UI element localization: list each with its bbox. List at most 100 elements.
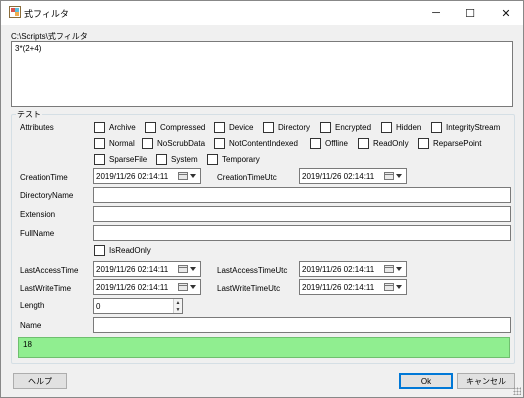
chevron-down-icon[interactable] <box>190 267 196 271</box>
last-write-time-label: LastWriteTime <box>20 284 72 293</box>
creation-time-utc-value: 2019/11/26 02:14:11 <box>302 171 375 181</box>
attr-compressed-checkbox[interactable]: Compressed <box>145 121 205 133</box>
attr-notcontentindexed-checkbox[interactable]: NotContentIndexed <box>214 137 298 149</box>
checkbox-label: SparseFile <box>109 154 148 164</box>
creation-time-utc-picker[interactable]: 2019/11/26 02:14:11 <box>299 168 407 184</box>
window-title: 式フィルタ <box>24 9 69 19</box>
resize-grip[interactable] <box>513 387 521 395</box>
attr-archive-checkbox[interactable]: Archive <box>94 121 136 133</box>
chevron-down-icon[interactable] <box>396 174 402 178</box>
creation-time-picker[interactable]: 2019/11/26 02:14:11 <box>93 168 201 184</box>
checkbox-label: IntegrityStream <box>446 122 501 132</box>
creation-time-value: 2019/11/26 02:14:11 <box>96 171 169 181</box>
test-group-title: テスト <box>16 109 42 120</box>
close-button[interactable]: ✕ <box>489 1 523 25</box>
attr-offline-checkbox[interactable]: Offline <box>310 137 348 149</box>
checkbox-box <box>263 121 274 133</box>
checkbox-box <box>310 137 321 149</box>
extension-label: Extension <box>20 210 56 219</box>
checkbox-label: Normal <box>109 138 135 148</box>
checkbox-box <box>214 137 225 149</box>
checkbox-label: System <box>171 154 198 164</box>
chevron-down-icon[interactable] <box>190 174 196 178</box>
checkbox-box <box>381 121 392 133</box>
last-access-time-picker[interactable]: 2019/11/26 02:14:11 <box>93 261 201 277</box>
attributes-label: Attributes <box>20 123 54 132</box>
app-icon <box>9 6 21 18</box>
is-read-only-checkbox[interactable]: IsReadOnly <box>94 244 151 256</box>
length-value: 0 <box>96 301 101 311</box>
extension-input[interactable] <box>93 206 511 222</box>
attr-hidden-checkbox[interactable]: Hidden <box>381 121 421 133</box>
checkbox-label: IsReadOnly <box>109 245 151 255</box>
minimize-button[interactable]: ─ <box>419 1 453 25</box>
checkbox-box <box>142 137 153 149</box>
checkbox-box <box>207 153 218 165</box>
last-access-time-label: LastAccessTime <box>20 266 79 275</box>
checkbox-box <box>94 244 105 256</box>
checkbox-label: ReparsePoint <box>433 138 482 148</box>
last-access-time-utc-label: LastAccessTimeUtc <box>217 266 288 275</box>
checkbox-label: Device <box>229 122 254 132</box>
chevron-down-icon[interactable] <box>190 285 196 289</box>
checkbox-box <box>320 121 331 133</box>
attr-noscrubdata-checkbox[interactable]: NoScrubData <box>142 137 205 149</box>
checkbox-box <box>358 137 369 149</box>
checkbox-label: Compressed <box>160 122 206 132</box>
attr-device-checkbox[interactable]: Device <box>214 121 253 133</box>
last-access-time-utc-picker[interactable]: 2019/11/26 02:14:11 <box>299 261 407 277</box>
name-label: Name <box>20 321 42 330</box>
maximize-button[interactable]: ☐ <box>453 1 487 25</box>
checkbox-label: NoScrubData <box>157 138 206 148</box>
spin-down-icon[interactable]: ▼ <box>174 306 182 313</box>
calendar-icon <box>178 172 188 180</box>
attr-readonly-checkbox[interactable]: ReadOnly <box>358 137 409 149</box>
directory-name-label: DirectoryName <box>20 191 74 200</box>
attr-sparsefile-checkbox[interactable]: SparseFile <box>94 153 147 165</box>
help-button[interactable]: ヘルプ <box>13 373 67 389</box>
length-numeric-input[interactable]: 0 ▲ ▼ <box>93 298 183 314</box>
checkbox-label: Directory <box>278 122 311 132</box>
calendar-icon <box>384 172 394 180</box>
length-label: Length <box>20 301 45 310</box>
last-access-time-utc-value: 2019/11/26 02:14:11 <box>302 264 375 274</box>
attr-reparsepoint-checkbox[interactable]: ReparsePoint <box>418 137 481 149</box>
result-display: 18 <box>18 337 510 358</box>
full-name-input[interactable] <box>93 225 511 241</box>
checkbox-box <box>214 121 225 133</box>
checkbox-box <box>156 153 167 165</box>
checkbox-label: NotContentIndexed <box>229 138 298 148</box>
last-access-time-value: 2019/11/26 02:14:11 <box>96 264 169 274</box>
last-write-time-utc-value: 2019/11/26 02:14:11 <box>302 282 375 292</box>
name-input[interactable] <box>93 317 511 333</box>
checkbox-box <box>145 121 156 133</box>
spin-up-icon[interactable]: ▲ <box>174 299 182 306</box>
attr-normal-checkbox[interactable]: Normal <box>94 137 135 149</box>
full-name-label: FullName <box>20 229 55 238</box>
checkbox-label: Offline <box>325 138 348 148</box>
creation-time-utc-label: CreationTimeUtc <box>217 173 277 182</box>
attr-system-checkbox[interactable]: System <box>156 153 198 165</box>
calendar-icon <box>178 283 188 291</box>
checkbox-label: Hidden <box>396 122 422 132</box>
chevron-down-icon[interactable] <box>396 267 402 271</box>
attr-directory-checkbox[interactable]: Directory <box>263 121 310 133</box>
expression-input[interactable]: 3*(2+4) <box>11 41 513 107</box>
ok-button[interactable]: Ok <box>399 373 453 389</box>
title-bar: 式フィルタ ─ ☐ ✕ <box>1 1 523 25</box>
checkbox-box <box>431 121 442 133</box>
checkbox-label: Temporary <box>222 154 260 164</box>
last-write-time-utc-picker[interactable]: 2019/11/26 02:14:11 <box>299 279 407 295</box>
checkbox-box <box>94 153 105 165</box>
last-write-time-value: 2019/11/26 02:14:11 <box>96 282 169 292</box>
last-write-time-utc-label: LastWriteTimeUtc <box>217 284 281 293</box>
attr-integritystream-checkbox[interactable]: IntegrityStream <box>431 121 500 133</box>
attr-temporary-checkbox[interactable]: Temporary <box>207 153 260 165</box>
chevron-down-icon[interactable] <box>396 285 402 289</box>
checkbox-label: ReadOnly <box>373 138 409 148</box>
spinner-buttons: ▲ ▼ <box>173 299 182 313</box>
last-write-time-picker[interactable]: 2019/11/26 02:14:11 <box>93 279 201 295</box>
attr-encrypted-checkbox[interactable]: Encrypted <box>320 121 371 133</box>
cancel-button[interactable]: キャンセル <box>457 373 515 389</box>
directory-name-input[interactable] <box>93 187 511 203</box>
